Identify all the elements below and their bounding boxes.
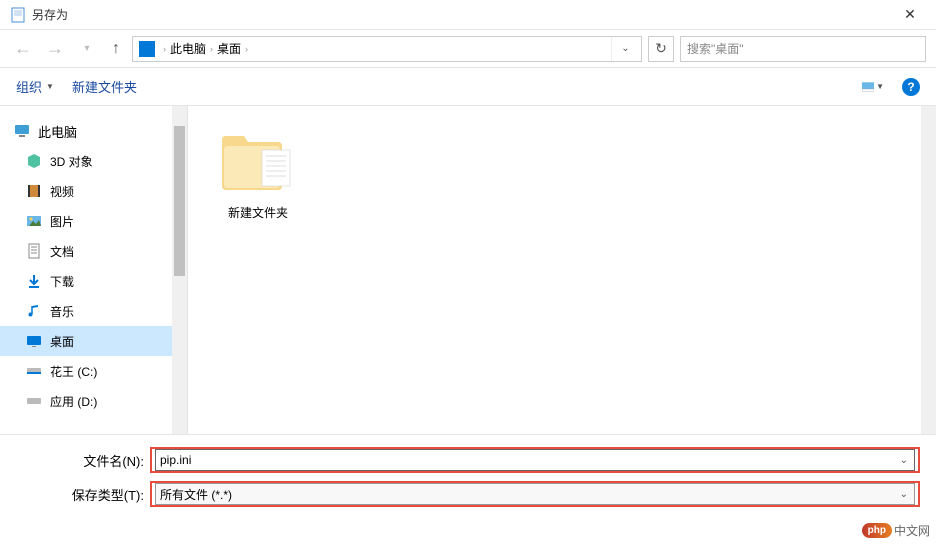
cube-icon: [26, 153, 42, 169]
chevron-down-icon[interactable]: ⌄: [900, 489, 908, 500]
chevron-right-icon: ›: [245, 44, 248, 54]
filetype-highlight: 所有文件 (*.*) ⌄: [150, 481, 920, 507]
folder-label: 新建文件夹: [228, 204, 288, 221]
sidebar: 此电脑 3D 对象 视频 图片 文档 下载 音乐 桌面: [0, 106, 188, 434]
sidebar-item-label: 应用 (D:): [50, 393, 97, 410]
sidebar-item-videos[interactable]: 视频: [0, 176, 187, 206]
footer: 文件名(N): pip.ini ⌄ 保存类型(T): 所有文件 (*.*) ⌄: [0, 434, 936, 521]
watermark: php 中文网: [862, 522, 930, 539]
sidebar-item-label: 音乐: [50, 303, 74, 320]
drive-icon: [26, 393, 42, 409]
chevron-right-icon: ›: [163, 44, 166, 54]
sidebar-scrollbar[interactable]: [172, 106, 187, 434]
sidebar-item-label: 3D 对象: [50, 153, 93, 170]
film-icon: [26, 183, 42, 199]
breadcrumb-root[interactable]: 此电脑: [170, 40, 206, 57]
sidebar-item-label: 视频: [50, 183, 74, 200]
music-icon: [26, 303, 42, 319]
breadcrumb[interactable]: › 此电脑 › 桌面 › ⌄: [132, 36, 642, 62]
sidebar-item-label: 桌面: [50, 333, 74, 350]
filename-label: 文件名(N):: [16, 451, 150, 470]
drive-icon: [26, 363, 42, 379]
folder-icon: [218, 126, 298, 198]
content-area[interactable]: 新建文件夹: [188, 106, 936, 434]
sidebar-item-documents[interactable]: 文档: [0, 236, 187, 266]
search-placeholder: 搜索"桌面": [687, 40, 919, 57]
sidebar-root-this-pc[interactable]: 此电脑: [0, 116, 187, 146]
document-icon: [26, 243, 42, 259]
notepad-icon: [10, 7, 26, 23]
sidebar-item-drive-d[interactable]: 应用 (D:): [0, 386, 187, 416]
refresh-button[interactable]: ↻: [648, 36, 674, 62]
download-icon: [26, 273, 42, 289]
window-title: 另存为: [32, 6, 68, 23]
toolbar: 组织 ▼ 新建文件夹 ▼ ?: [0, 68, 936, 106]
filetype-label: 保存类型(T):: [16, 485, 150, 504]
nav-recent-dropdown[interactable]: ▾: [74, 36, 100, 62]
close-button[interactable]: ✕: [888, 0, 932, 30]
folder-item[interactable]: 新建文件夹: [208, 126, 308, 221]
sidebar-item-desktop[interactable]: 桌面: [0, 326, 187, 356]
sidebar-item-label: 文档: [50, 243, 74, 260]
watermark-text: 中文网: [894, 522, 930, 539]
filename-highlight: pip.ini ⌄: [150, 447, 920, 473]
new-folder-button[interactable]: 新建文件夹: [72, 77, 137, 96]
sidebar-item-3d-objects[interactable]: 3D 对象: [0, 146, 187, 176]
desktop-icon: [26, 333, 42, 349]
chevron-down-icon: ▼: [46, 82, 54, 91]
sidebar-item-label: 下载: [50, 273, 74, 290]
navbar: ← → ▾ ↑ › 此电脑 › 桌面 › ⌄ ↻ 搜索"桌面": [0, 30, 936, 68]
help-button[interactable]: ?: [902, 78, 920, 96]
chevron-down-icon[interactable]: ⌄: [900, 455, 908, 466]
search-input[interactable]: 搜索"桌面": [680, 36, 926, 62]
monitor-icon: [14, 123, 30, 139]
breadcrumb-current[interactable]: 桌面: [217, 40, 241, 57]
filetype-select[interactable]: 所有文件 (*.*) ⌄: [155, 483, 915, 505]
nav-up-button[interactable]: ↑: [106, 39, 126, 59]
nav-forward-button[interactable]: →: [42, 36, 68, 62]
view-mode-button[interactable]: ▼: [862, 76, 884, 98]
sidebar-item-label: 花王 (C:): [50, 363, 97, 380]
chevron-right-icon: ›: [210, 44, 213, 54]
content-scrollbar[interactable]: [921, 106, 936, 434]
sidebar-item-label: 图片: [50, 213, 74, 230]
sidebar-item-label: 此电脑: [38, 122, 77, 141]
picture-icon: [26, 213, 42, 229]
sidebar-item-drive-c[interactable]: 花王 (C:): [0, 356, 187, 386]
sidebar-item-downloads[interactable]: 下载: [0, 266, 187, 296]
sidebar-item-pictures[interactable]: 图片: [0, 206, 187, 236]
nav-back-button[interactable]: ←: [10, 36, 36, 62]
sidebar-item-music[interactable]: 音乐: [0, 296, 187, 326]
dialog-body: 此电脑 3D 对象 视频 图片 文档 下载 音乐 桌面: [0, 106, 936, 434]
titlebar: 另存为 ✕: [0, 0, 936, 30]
filename-input[interactable]: pip.ini ⌄: [155, 449, 915, 471]
monitor-icon: [139, 41, 155, 57]
organize-button[interactable]: 组织 ▼: [16, 77, 54, 96]
breadcrumb-dropdown[interactable]: ⌄: [611, 37, 639, 61]
chevron-down-icon: ▼: [876, 82, 884, 91]
watermark-badge: php: [862, 523, 892, 538]
